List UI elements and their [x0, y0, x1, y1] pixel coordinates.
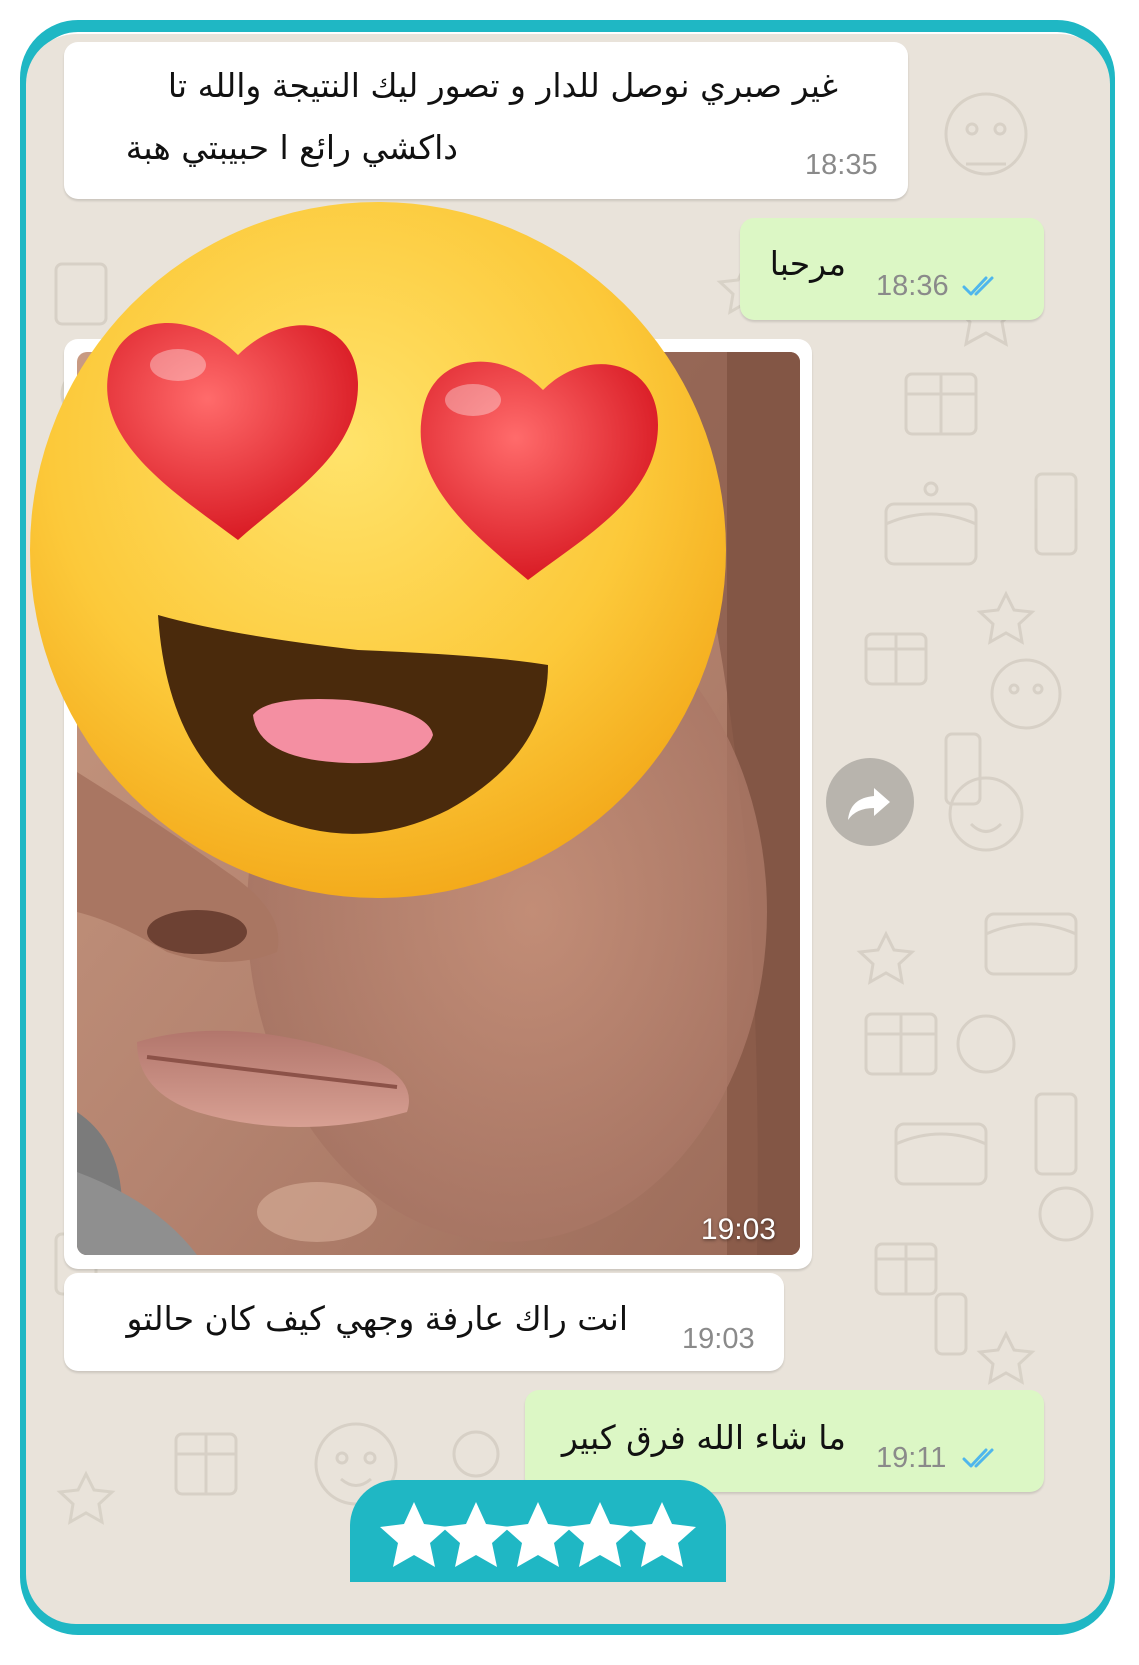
forward-button[interactable] — [826, 758, 914, 846]
message-time: 18:36 — [876, 270, 949, 302]
photo-time: 19:03 — [700, 1213, 776, 1246]
heart-eyes-emoji-icon — [30, 202, 726, 898]
message-bubble-incoming[interactable]: انت راك عارفة وجهي كيف كان حالتو 19:03 — [64, 1273, 784, 1371]
message-time: 18:35 — [805, 149, 878, 181]
message-text: انت راك عارفة وجهي كيف كان حالتو — [126, 1299, 628, 1338]
message-bubble-outgoing[interactable]: ما شاء الله فرق كبير 19:11 — [525, 1390, 1044, 1492]
message-bubble-incoming[interactable]: غير صبري نوصل للدار و تصور ليك النتيجة و… — [64, 42, 908, 199]
message-time: 19:11 — [876, 1442, 947, 1474]
double-check-icon — [962, 1448, 994, 1468]
message-text-line-2: داكشي رائع ا حبيبتي هبة — [125, 128, 458, 167]
five-stars — [380, 1502, 696, 1567]
message-text: مرحبا — [769, 244, 846, 283]
message-bubble-outgoing[interactable]: مرحبا 18:36 — [740, 218, 1044, 320]
forward-arrow-icon — [848, 788, 890, 820]
star-icon — [628, 1502, 696, 1567]
double-check-icon — [962, 276, 994, 296]
message-text: ما شاء الله فرق كبير — [561, 1418, 846, 1457]
message-time: 19:03 — [682, 1323, 755, 1355]
star-rating — [350, 1480, 726, 1582]
message-text-line-1: غير صبري نوصل للدار و تصور ليك النتيجة و… — [167, 66, 838, 105]
star-icon — [442, 1502, 510, 1567]
star-icon — [504, 1502, 572, 1567]
star-icon — [566, 1502, 634, 1567]
star-icon — [380, 1502, 448, 1567]
